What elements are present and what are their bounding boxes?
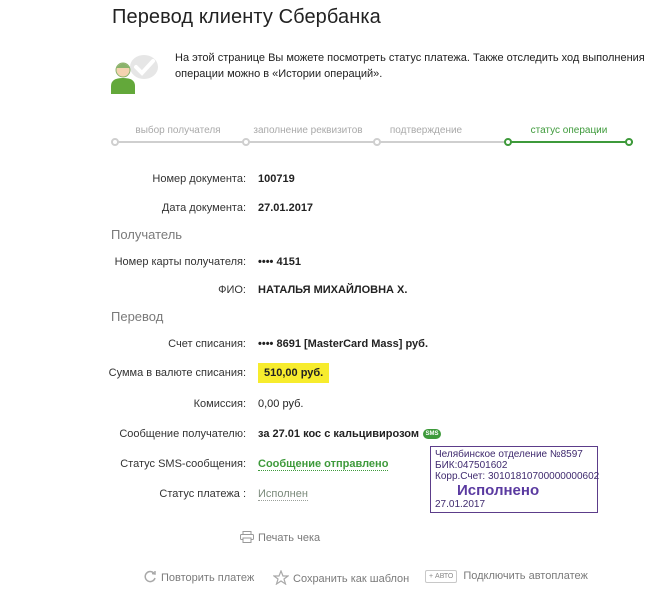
row-recipient-name: ФИО: НАТАЛЬЯ МИХАЙЛОВНА Х. (0, 284, 654, 302)
document-number-label: Номер документа: (152, 173, 246, 185)
info-text: На этой странице Вы можете посмотреть ст… (175, 52, 645, 80)
step-label-select-recipient: выбор получателя (135, 125, 221, 136)
stamp-bik: БИК:047501602 (435, 460, 508, 471)
row-account: Счет списания: •••• 8691 [MasterCard Mas… (0, 338, 654, 356)
amount-label: Сумма в валюте списания: (108, 367, 246, 379)
bank-stamp: Челябинское отделение №8597 БИК:04750160… (430, 446, 600, 513)
save-template-link[interactable]: Сохранить как шаблон (273, 570, 409, 585)
step-dot-3 (373, 138, 381, 146)
row-document-date: Дата документа: 27.01.2017 (0, 202, 654, 220)
message-value: за 27.01 кос с кальцивирозом (258, 428, 419, 440)
print-receipt-link[interactable]: Печать чека (240, 531, 320, 544)
payment-status-label: Статус платежа : (159, 488, 246, 500)
document-number-value: 100719 (258, 173, 295, 185)
message-label: Сообщение получателю: (119, 428, 246, 440)
stamp-status: Исполнено (457, 482, 540, 499)
step-dot-1 (111, 138, 119, 146)
recipient-card-value: •••• 4151 (258, 256, 301, 268)
print-receipt-label: Печать чека (258, 532, 321, 544)
autopay-icon: + АВТО (425, 570, 458, 583)
row-fee: Комиссия: 0,00 руб. (0, 398, 654, 416)
recipient-name-label: ФИО: (218, 284, 246, 296)
step-dot-2 (242, 138, 250, 146)
row-recipient-card: Номер карты получателя: •••• 4151 (0, 256, 654, 274)
step-dot-end (625, 138, 633, 146)
sms-status-link[interactable]: Сообщение отправлено (258, 458, 389, 471)
step-dot-4 (504, 138, 512, 146)
step-label-confirm: подтверждение (389, 125, 463, 136)
step-label-status: статус операции (530, 125, 608, 136)
row-amount: Сумма в валюте списания: 510,00 руб. (0, 363, 654, 385)
row-message: Сообщение получателю: за 27.01 кос с кал… (0, 428, 654, 446)
save-template-label: Сохранить как шаблон (293, 573, 410, 585)
autopay-link[interactable]: + АВТО Подключить автоплатеж (425, 570, 588, 583)
steps-active-track (509, 141, 633, 143)
refresh-icon (144, 570, 156, 583)
fee-label: Комиссия: (193, 398, 246, 410)
star-icon (273, 570, 289, 585)
recipient-name-value: НАТАЛЬЯ МИХАЙЛОВНА Х. (258, 284, 408, 296)
section-transfer: Перевод (111, 309, 164, 324)
fee-value: 0,00 руб. (258, 398, 304, 410)
stamp-date: 27.01.2017 (435, 499, 486, 510)
section-recipient: Получатель (111, 227, 183, 242)
sms-icon: SMS (422, 429, 441, 439)
account-label: Счет списания: (168, 338, 246, 350)
autopay-badge-text: АВТО (435, 573, 454, 580)
user-check-icon (111, 55, 158, 94)
stamp-corr-account: Корр.Счет: 30101810700000000602 (435, 471, 600, 482)
stamp-branch: Челябинское отделение №8597 (435, 449, 583, 460)
recipient-card-label: Номер карты получателя: (114, 256, 246, 268)
payment-status-link[interactable]: Исполнен (258, 488, 308, 501)
row-document-number: Номер документа: 100719 (0, 173, 654, 191)
repeat-payment-label: Повторить платеж (161, 572, 255, 584)
step-label-fill-details: заполнение реквизитов (253, 125, 363, 136)
page-title: Перевод клиенту Сбербанка (112, 6, 381, 28)
sms-status-label: Статус SMS-сообщения: (120, 458, 246, 470)
progress-steps: выбор получателя заполнение реквизитов п… (111, 120, 637, 150)
autopay-label: Подключить автоплатеж (463, 570, 588, 582)
repeat-payment-link[interactable]: Повторить платеж (143, 570, 254, 584)
document-date-value: 27.01.2017 (258, 202, 314, 214)
printer-icon (240, 531, 254, 543)
amount-value: 510,00 руб. (258, 363, 330, 383)
document-date-label: Дата документа: (161, 202, 246, 214)
account-value: •••• 8691 [MasterCard Mass] руб. (258, 338, 429, 350)
